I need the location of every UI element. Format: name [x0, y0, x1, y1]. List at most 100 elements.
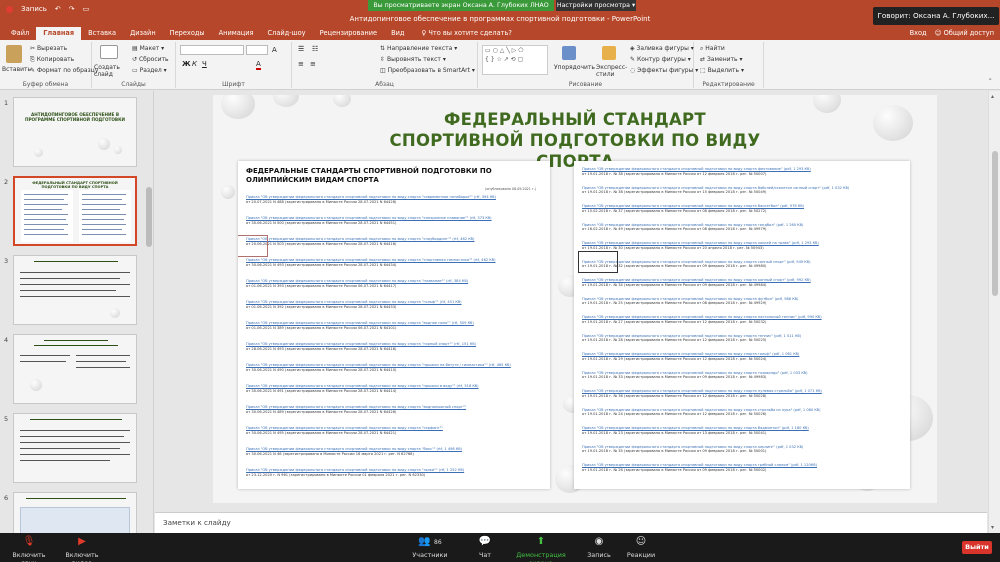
thumb-text-line: [20, 290, 116, 291]
layout-button[interactable]: ▤ Макет ▾: [132, 45, 164, 52]
tab-slideshow[interactable]: Слайд-шоу: [261, 27, 313, 40]
grow-font-icon[interactable]: A: [272, 46, 277, 54]
reset-label: Сбросить: [138, 56, 169, 63]
leave-meeting-button[interactable]: Выйти: [962, 541, 992, 554]
arrange-button[interactable]: Упорядочить: [554, 64, 595, 71]
smartart-icon: ◫: [380, 67, 386, 74]
slide-thumbnail-4[interactable]: [13, 334, 137, 404]
align-center-icon[interactable]: ≡: [310, 60, 316, 68]
start-video-label: Включить видео: [65, 551, 99, 562]
shape-effects-button[interactable]: ◌ Эффекты фигуры ▾: [630, 67, 698, 74]
copy-button[interactable]: ⎘ Копировать: [30, 56, 74, 64]
quick-access-record[interactable]: Запись: [21, 5, 47, 13]
thumbnails-scrollbar[interactable]: [146, 187, 152, 247]
tab-animations[interactable]: Анимация: [212, 27, 261, 40]
shapes-gallery[interactable]: ▭ ○ △ ╲ ▷ ⬠{ } ☆ ↗ ⟲ ▢: [482, 45, 548, 75]
font-color-icon[interactable]: A: [256, 60, 261, 70]
participants-label: Участники: [412, 551, 448, 559]
thumb-number: 6: [4, 494, 9, 502]
left-document-screenshot[interactable]: ФЕДЕРАЛЬНЫЕ СТАНДАРТЫ СПОРТИВНОЙ ПОДГОТО…: [238, 161, 550, 489]
align-text-button[interactable]: ⇳ Выровнять текст ▾: [380, 56, 446, 63]
slide-thumbnail-2[interactable]: ФЕДЕРАЛЬНЫЙ СТАНДАРТ СПОРТИВНОЙ ПОДГОТОВ…: [13, 176, 137, 246]
thumb-text-line: [44, 340, 108, 341]
bold-icon[interactable]: Ж: [182, 60, 191, 68]
slide-thumbnail-1[interactable]: АНТИДОПИНГОВОЕ ОБЕСПЕЧЕНИЕ В ПРОГРАММЕ С…: [13, 97, 137, 167]
thumb-screenshot: [20, 507, 130, 533]
bubble-decoration: [34, 148, 43, 157]
paste-button[interactable]: Вставить: [2, 66, 31, 73]
bullets-icon[interactable]: ☰: [298, 45, 304, 53]
italic-icon[interactable]: К: [192, 60, 197, 68]
slide-thumbnail-6[interactable]: [13, 492, 137, 533]
tab-transitions[interactable]: Переходы: [163, 27, 212, 40]
font-size-dropdown[interactable]: [246, 45, 268, 55]
smartart-button[interactable]: ◫ Преобразовать в SmartArt ▾: [380, 67, 475, 74]
tab-home[interactable]: Главная: [36, 27, 82, 40]
text-direction-button[interactable]: ⇅ Направление текста ▾: [380, 45, 457, 52]
section-button[interactable]: ▭ Раздел ▾: [132, 67, 167, 74]
bubble-decoration: [98, 138, 110, 150]
find-label: Найти: [705, 45, 725, 52]
thumb-number: 2: [4, 178, 9, 186]
share-screen-button[interactable]: ⬆ Демонстрация экрана: [508, 536, 574, 562]
arrange-icon[interactable]: [562, 46, 576, 60]
current-slide[interactable]: ФЕДЕРАЛЬНЫЙ СТАНДАРТ СПОРТИВНОЙ ПОДГОТОВ…: [213, 95, 937, 503]
chat-button[interactable]: 💬 Чат: [470, 536, 500, 559]
view-options-button[interactable]: Настройки просмотра ▾: [556, 0, 636, 11]
order-details: от 23.12.2020 г. N 961 (зарегистрировано…: [246, 472, 426, 477]
thumb-page-right: [79, 190, 131, 242]
quick-styles-icon[interactable]: [602, 46, 616, 60]
reactions-button[interactable]: ☺ Реакции: [624, 536, 658, 559]
scroll-up-icon[interactable]: ▴: [991, 93, 994, 100]
layout-label: Макет: [139, 45, 160, 52]
slideshow-icon[interactable]: ▭: [83, 5, 90, 13]
new-slide-icon[interactable]: [100, 45, 118, 59]
slide-thumbnail-3[interactable]: [13, 255, 137, 325]
redo-icon[interactable]: ↷: [69, 5, 75, 13]
ribbon-tabs: Файл Главная Вставка Дизайн Переходы Ани…: [0, 27, 1000, 40]
bubble-decoration: [30, 379, 42, 391]
shape-fill-button[interactable]: ◈ Заливка фигуры ▾: [630, 45, 694, 52]
list-item: Приказ "Об утверждении федерального стан…: [246, 279, 542, 289]
share-button[interactable]: ☺ Общий доступ: [935, 27, 994, 40]
collapse-ribbon-icon[interactable]: ˄: [989, 78, 993, 86]
cut-button[interactable]: ✂ Вырезать: [30, 45, 67, 52]
record-button[interactable]: ◉ Запись: [584, 536, 614, 559]
underline-icon[interactable]: Ч: [202, 60, 207, 68]
font-name-dropdown[interactable]: [180, 45, 244, 55]
new-slide-button[interactable]: Создать слайд: [94, 64, 126, 78]
account-area: Вход ☺ Общий доступ: [910, 27, 994, 40]
paste-icon[interactable]: [6, 45, 22, 63]
thumb-text-line: [76, 355, 130, 356]
start-video-button[interactable]: ▶ Включить видео: [56, 536, 108, 562]
slide-vertical-scrollbar[interactable]: ▴ ▾: [988, 91, 1000, 533]
scrollbar-thumb[interactable]: [992, 151, 998, 296]
tell-me-search[interactable]: ♀ Что вы хотите сделать?: [411, 27, 511, 40]
numbering-icon[interactable]: ☷: [312, 45, 318, 53]
find-button[interactable]: ⌕ Найти: [700, 45, 725, 53]
tab-insert[interactable]: Вставка: [81, 27, 123, 40]
thumb-text-line: [24, 194, 68, 195]
select-button[interactable]: ⬚ Выделить ▾: [700, 67, 744, 74]
notes-pane[interactable]: Заметки к слайду: [155, 512, 987, 533]
tab-view[interactable]: Вид: [384, 27, 411, 40]
video-off-icon: ▶: [78, 536, 86, 547]
slide-thumbnail-5[interactable]: [13, 413, 137, 483]
order-details: от 15.02.2018 г. № 37 (зарегистрировано …: [582, 208, 767, 213]
tab-review[interactable]: Рецензирование: [313, 27, 384, 40]
replace-button[interactable]: ⇄ Заменить ▾: [700, 56, 742, 63]
tab-file[interactable]: Файл: [4, 27, 36, 40]
format-painter-button[interactable]: ✎ Формат по образцу: [30, 67, 98, 74]
quick-styles-button[interactable]: Экспресс-стили: [596, 64, 627, 78]
participants-button[interactable]: 👥 86 Участники: [410, 536, 450, 559]
undo-icon[interactable]: ↶: [55, 5, 61, 13]
right-document-screenshot[interactable]: Приказ "Об утверждении федерального стан…: [574, 161, 910, 489]
share-screen-label: Демонстрация экрана: [516, 551, 566, 562]
shape-outline-button[interactable]: ✎ Контур фигуры ▾: [630, 56, 691, 63]
unmute-button[interactable]: 🎙 Включить звук: [6, 536, 52, 562]
reset-button[interactable]: ↺ Сбросить: [132, 56, 169, 63]
signin-link[interactable]: Вход: [910, 27, 927, 40]
scroll-down-icon[interactable]: ▾: [991, 524, 994, 531]
tab-design[interactable]: Дизайн: [123, 27, 163, 40]
align-left-icon[interactable]: ≡: [298, 60, 304, 68]
